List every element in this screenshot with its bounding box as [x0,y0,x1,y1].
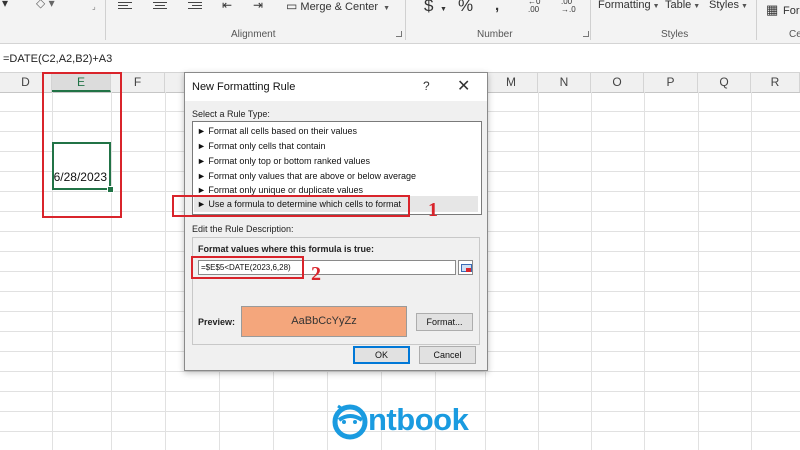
align-center-icon[interactable] [153,2,167,12]
highlight-box-formula [191,256,304,279]
dialog-title: New Formatting Rule [192,81,296,93]
format-values-label: Format values where this formula is true… [198,244,375,254]
column-header-m[interactable]: M [485,73,538,92]
column-header-p[interactable]: P [644,73,698,92]
chevron-down-icon: ▼ [383,5,391,12]
range-picker-icon[interactable] [458,260,473,275]
column-header-q[interactable]: Q [698,73,751,92]
styles-group-label: Styles [661,29,689,40]
number-group-label: Number [477,29,513,40]
rule-type-item[interactable]: ► Format all cells based on their values [197,126,357,136]
conditional-formatting-button[interactable]: Formatting ▼ [598,0,660,11]
chevron-down-icon: ▼ [740,3,748,10]
conditional-formatting-label: Formatting [598,0,651,11]
rule-type-item[interactable]: ► Format only cells that contain [197,141,325,151]
align-left-icon[interactable] [118,2,132,12]
cell-styles-label: Styles [709,0,739,11]
rule-type-item[interactable]: ► Format only values that are above or b… [197,171,416,181]
step-number-1: 1 [428,199,438,221]
edit-rule-description-label: Edit the Rule Description: [192,224,294,234]
rule-description-panel: Format values where this formula is true… [192,237,480,345]
formula-bar[interactable]: =DATE(C2,A2,B2)+A3 [0,44,800,73]
format-as-table-label: Table [665,0,692,11]
preview-label: Preview: [198,317,236,327]
increase-indent-icon[interactable]: ⇥ [253,0,263,12]
increase-decimal-icon[interactable]: ←0.00 [528,0,540,14]
rule-type-item[interactable]: ► Format only unique or duplicate values [197,185,363,195]
align-right-icon[interactable] [188,2,202,12]
chevron-down-icon: ▼ [652,3,660,10]
font-launcher-icon[interactable]: ⌟ [92,2,96,11]
percent-button[interactable]: % [458,0,473,16]
close-icon[interactable]: ✕ [457,76,470,96]
number-launcher-icon[interactable] [583,31,589,37]
logo-mark-icon [332,404,368,440]
currency-button[interactable]: $ [424,0,433,16]
decrease-decimal-icon[interactable]: .00 →.0 [561,0,576,14]
ok-button[interactable]: OK [353,346,410,364]
alignment-group-label: Alignment [231,29,276,40]
help-button[interactable]: ? [423,79,430,93]
column-header-o[interactable]: O [591,73,644,92]
formula-bar-text: =DATE(C2,A2,B2)+A3 [3,53,113,65]
decrease-indent-icon[interactable]: ⇤ [222,0,232,12]
logo-text: ntbook [368,402,469,437]
merge-center-button[interactable]: ▭ Merge & Center ▼ [286,0,390,13]
format-cells-button[interactable]: For [783,5,800,17]
alignment-launcher-icon[interactable] [396,31,402,37]
highlight-box-column-e [42,72,122,218]
format-preview: AaBbCcYyZz [241,306,407,337]
highlight-box-rule-type [172,195,410,217]
new-formatting-rule-dialog: New Formatting Rule ? ✕ Select a Rule Ty… [184,72,488,371]
column-header-n[interactable]: N [538,73,591,92]
rule-type-item[interactable]: ► Format only top or bottom ranked value… [197,156,370,166]
format-as-table-button[interactable]: Table ▼ [665,0,700,11]
column-header-r[interactable]: R [751,73,800,92]
fill-color-icon[interactable]: ◇ ▾ [36,0,55,10]
cell-styles-button[interactable]: Styles ▼ [709,0,748,11]
border-dropdown-icon[interactable]: ▾ [2,0,8,10]
format-cells-icon[interactable]: ▦ [766,2,778,18]
merge-icon: ▭ [286,0,298,13]
cancel-button[interactable]: Cancel [419,346,476,364]
ribbon: ▾ ◇ ▾ ⌟ ⇤ ⇥ ▭ Merge & Center ▼ Alignment… [0,0,800,44]
chevron-down-icon: ▼ [693,3,701,10]
cells-group-label: Ce [789,29,800,40]
step-number-2: 2 [311,263,321,285]
merge-center-label: Merge & Center [300,1,379,13]
select-rule-type-label: Select a Rule Type: [192,109,270,119]
format-button[interactable]: Format... [416,313,473,331]
dialog-title-bar: New Formatting Rule ? ✕ [185,73,487,101]
comma-style-button[interactable]: , [495,0,499,14]
chevron-down-icon[interactable]: ▼ [440,6,447,13]
ntbook-logo: ntbook [328,396,478,444]
